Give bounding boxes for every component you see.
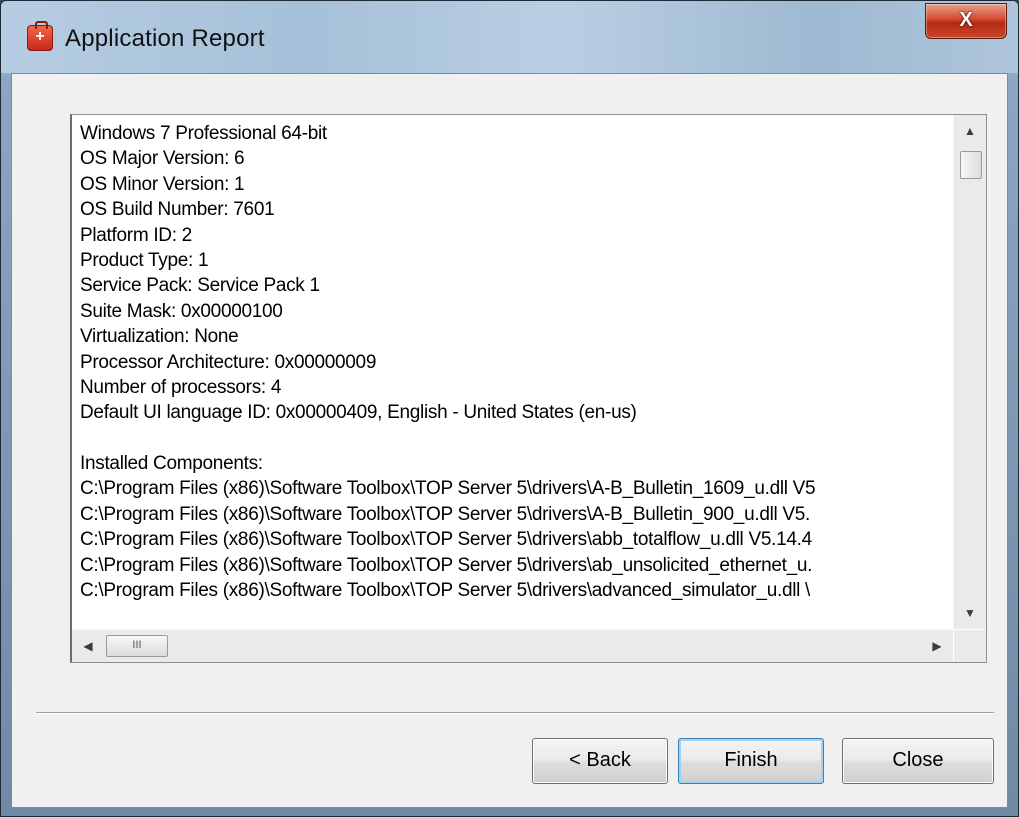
report-line: C:\Program Files (x86)\Software Toolbox\…	[80, 529, 812, 551]
report-line: Suite Mask: 0x00000100	[80, 300, 283, 322]
scroll-down-arrow-icon[interactable]: ▼	[954, 599, 986, 627]
briefcase-red-icon	[27, 21, 53, 51]
horizontal-scrollbar[interactable]: ◀ III ▶	[72, 629, 953, 662]
report-line: Default UI language ID: 0x00000409, Engl…	[80, 402, 637, 424]
report-line: C:\Program Files (x86)\Software Toolbox\…	[80, 503, 811, 525]
report-line: C:\Program Files (x86)\Software Toolbox\…	[80, 580, 811, 602]
report-text-content[interactable]: Windows 7 Professional 64-bit OS Major Ve…	[80, 121, 942, 617]
scroll-up-arrow-icon[interactable]: ▲	[954, 117, 986, 145]
dialog-window: Application Report X Windows 7 Professio…	[0, 0, 1019, 817]
divider	[36, 712, 994, 714]
report-line: Virtualization: None	[80, 326, 239, 348]
report-line: Number of processors: 4	[80, 376, 282, 398]
report-line: Platform ID: 2	[80, 224, 192, 246]
window-title: Application Report	[65, 25, 265, 52]
report-line: C:\Program Files (x86)\Software Toolbox\…	[80, 478, 816, 500]
report-line: OS Minor Version: 1	[80, 173, 245, 195]
finish-button[interactable]: Finish	[678, 738, 824, 784]
report-line: Windows 7 Professional 64-bit	[80, 123, 327, 144]
vertical-scrollbar[interactable]: ▲ ▼	[953, 115, 986, 629]
report-textbox[interactable]: Windows 7 Professional 64-bit OS Major Ve…	[70, 114, 987, 663]
dialog-client-area: Windows 7 Professional 64-bit OS Major Ve…	[11, 73, 1008, 808]
report-line: OS Build Number: 7601	[80, 199, 275, 221]
close-button[interactable]: Close	[842, 738, 994, 784]
back-button[interactable]: < Back	[532, 738, 668, 784]
vertical-scroll-thumb[interactable]	[960, 151, 982, 179]
scrollbar-corner	[954, 630, 986, 662]
report-line: OS Major Version: 6	[80, 148, 245, 170]
title-bar[interactable]: Application Report X	[1, 1, 1018, 73]
scroll-right-arrow-icon[interactable]: ▶	[923, 630, 951, 662]
window-close-button[interactable]: X	[925, 3, 1007, 39]
report-line: Service Pack: Service Pack 1	[80, 275, 320, 297]
report-line	[80, 426, 942, 451]
horizontal-scroll-thumb[interactable]: III	[106, 635, 168, 657]
report-line: C:\Program Files (x86)\Software Toolbox\…	[80, 554, 813, 576]
report-line: Processor Architecture: 0x00000009	[80, 351, 377, 373]
scroll-left-arrow-icon[interactable]: ◀	[74, 630, 102, 662]
report-line: Product Type: 1	[80, 249, 209, 271]
report-line: Installed Components:	[80, 453, 263, 475]
